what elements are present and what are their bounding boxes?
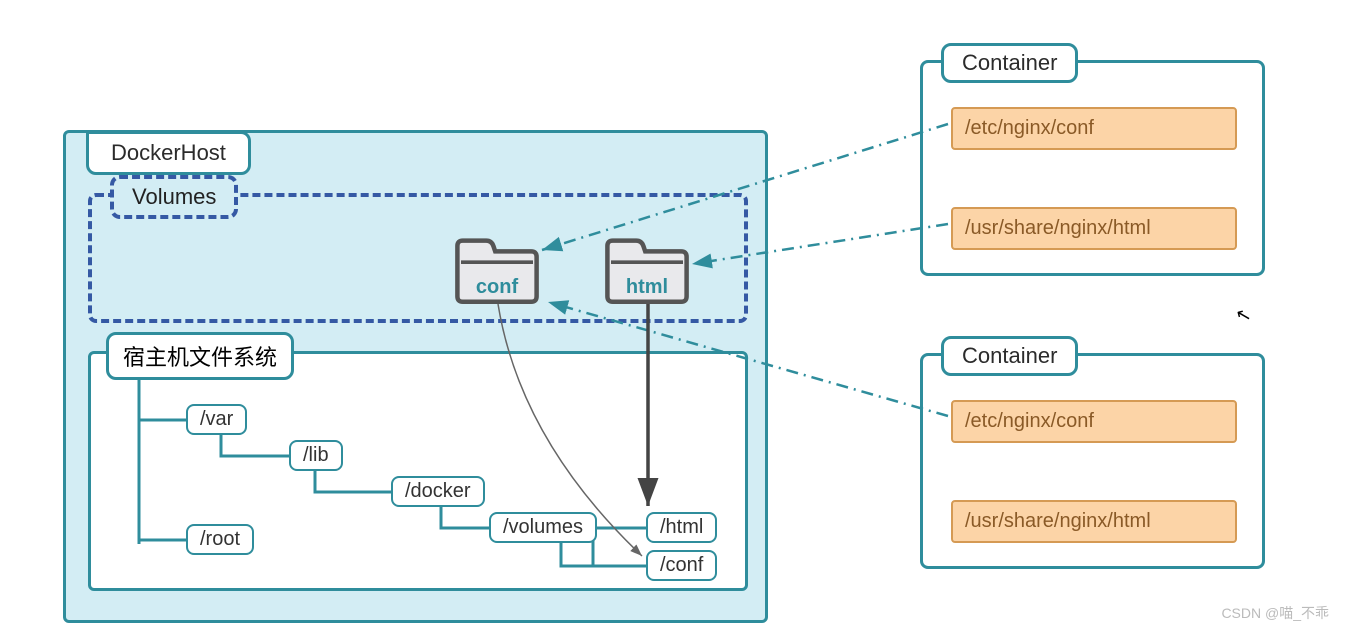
container2-path-html: /usr/share/nginx/html — [951, 500, 1237, 543]
fs-node-var: /var — [186, 404, 247, 435]
host-filesystem-box: 宿主机文件系统 /var /lib /docker /volumes /html… — [88, 351, 748, 591]
container1-path-conf: /etc/nginx/conf — [951, 107, 1237, 150]
volume-folder-html: html — [602, 237, 692, 309]
container-title-1: Container — [941, 43, 1078, 83]
volume-label-conf: conf — [452, 276, 542, 299]
volume-folder-conf: conf — [452, 237, 542, 309]
fs-node-html: /html — [646, 512, 717, 543]
volume-label-html: html — [602, 276, 692, 299]
watermark: CSDN @喵_不乖 — [1221, 603, 1329, 623]
container-panel-2: Container /etc/nginx/conf /usr/share/ngi… — [920, 353, 1265, 569]
container-panel-1: Container /etc/nginx/conf /usr/share/ngi… — [920, 60, 1265, 276]
fs-node-conf: /conf — [646, 550, 717, 581]
volumes-box: Volumes conf html — [88, 193, 748, 323]
fs-node-docker: /docker — [391, 476, 485, 507]
fs-node-lib: /lib — [289, 440, 343, 471]
fs-node-root: /root — [186, 524, 254, 555]
container1-path-html: /usr/share/nginx/html — [951, 207, 1237, 250]
volumes-title: Volumes — [110, 175, 238, 219]
container2-path-conf: /etc/nginx/conf — [951, 400, 1237, 443]
dockerhost-title: DockerHost — [86, 131, 251, 175]
dockerhost-panel: DockerHost Volumes conf html 宿主机文件系统 — [63, 130, 768, 623]
container-title-2: Container — [941, 336, 1078, 376]
fs-node-volumes: /volumes — [489, 512, 597, 543]
cursor-icon: ↖ — [1234, 303, 1254, 327]
